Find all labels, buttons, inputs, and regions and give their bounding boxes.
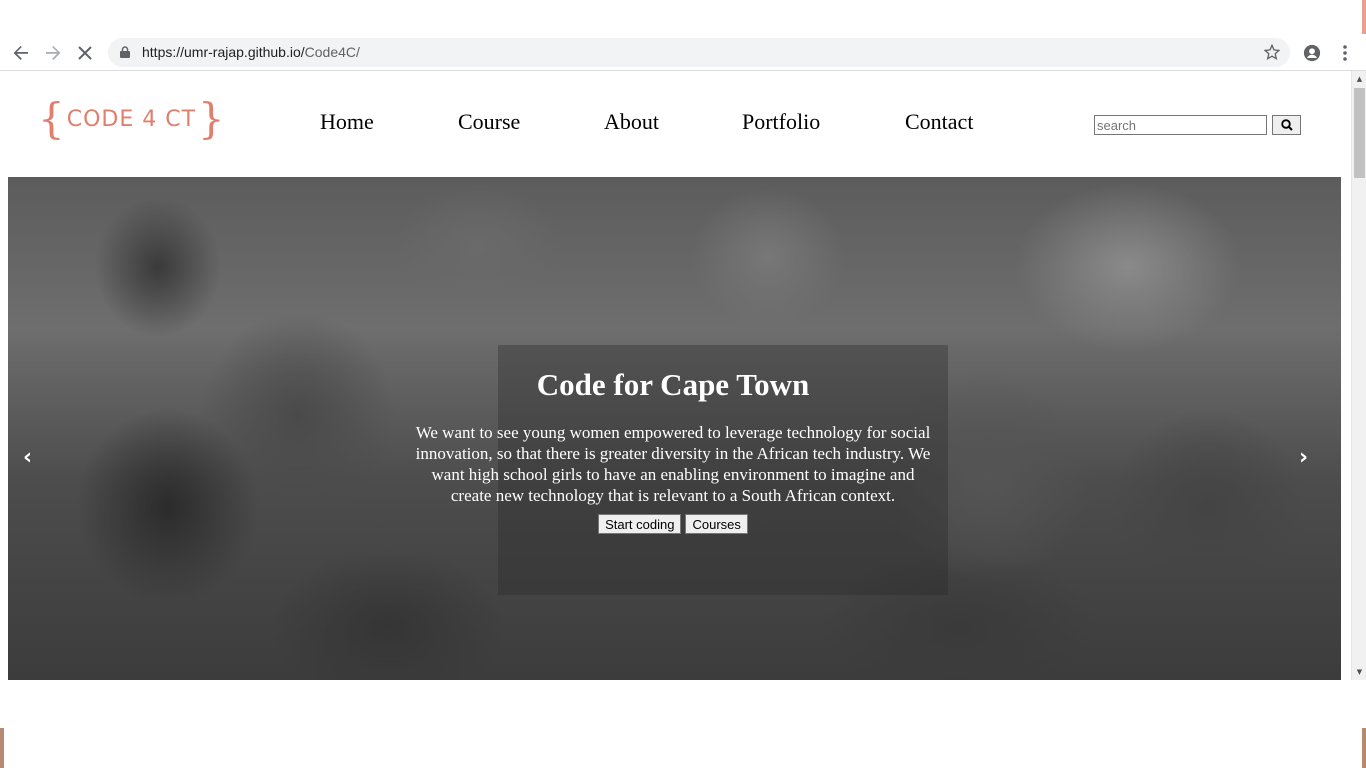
address-bar[interactable]: https://umr-rajap.github.io/Code4C/ [108,38,1290,67]
below-viewport-area [0,680,1366,768]
hero-actions: Start coding Courses [412,514,934,534]
hero-text: We want to see young women empowered to … [415,423,931,505]
window-edge-left [0,728,4,768]
url-path: Code4C/ [304,44,360,60]
carousel-prev-icon[interactable]: ‹ [23,445,32,470]
page-viewport: { CODE 4 CT } Home Course About Portfoli… [0,71,1366,680]
browser-toolbar: https://umr-rajap.github.io/Code4C/ [0,34,1366,71]
stop-button[interactable] [72,40,98,66]
back-button[interactable] [8,40,34,66]
nav-contact[interactable]: Contact [905,109,973,135]
menu-icon [1343,45,1347,61]
site-logo[interactable]: { CODE 4 CT } [38,97,225,141]
nav-course[interactable]: Course [458,109,520,135]
back-icon [13,46,28,60]
carousel-next-icon[interactable]: › [1299,445,1308,470]
hero-carousel: Code for Cape Town We want to see young … [8,177,1341,680]
scroll-thumb[interactable] [1354,88,1365,178]
browser-tab-strip [0,0,1366,34]
page-scrollbar[interactable]: ▲ ▼ [1351,71,1366,680]
profile-icon [1303,44,1321,62]
search-input[interactable] [1094,115,1267,135]
search-icon [1280,119,1293,131]
hero-title: Code for Cape Town [536,367,810,402]
nav-home[interactable]: Home [320,109,374,135]
profile-button[interactable] [1299,40,1325,66]
url-host: https://umr-rajap.github.io/ [142,44,305,60]
search-button[interactable] [1272,115,1301,135]
nav-portfolio[interactable]: Portfolio [742,109,820,135]
hero-caption: Code for Cape Town We want to see young … [412,365,934,534]
stop-loading-icon [78,46,92,60]
window-edge-right [1362,728,1366,768]
start-coding-button[interactable]: Start coding [598,514,682,534]
nav-about[interactable]: About [604,109,659,135]
star-icon[interactable] [1264,44,1280,60]
url-text: https://umr-rajap.github.io/Code4C/ [142,44,360,60]
scroll-up-icon[interactable]: ▲ [1352,71,1366,87]
logo-brace-open: { [38,94,65,143]
lock-icon [120,46,130,58]
window-edge [1362,0,1366,34]
courses-button[interactable]: Courses [685,514,748,534]
logo-brace-close: } [198,94,225,143]
logo-text: CODE 4 CT [66,106,197,132]
scroll-down-icon[interactable]: ▼ [1352,664,1366,680]
menu-button[interactable] [1332,40,1358,66]
forward-icon [46,46,61,60]
forward-button[interactable] [40,40,66,66]
